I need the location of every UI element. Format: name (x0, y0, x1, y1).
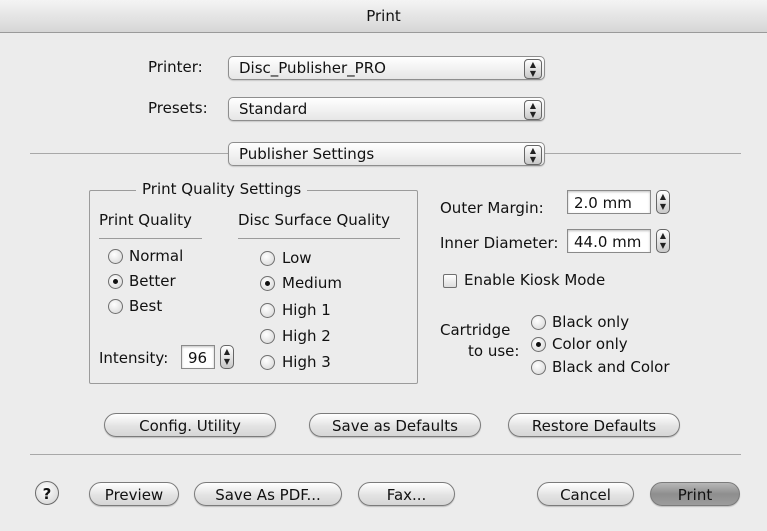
presets-value: Standard (239, 100, 308, 118)
popup-arrows-icon: ▲ ▼ (524, 100, 542, 120)
radio-black-only[interactable] (531, 315, 546, 330)
cancel-button[interactable]: Cancel (537, 482, 634, 506)
cartridge-option-black-and-color[interactable]: Black and Color (552, 358, 670, 376)
presets-select[interactable]: Standard ▲ ▼ (228, 97, 545, 121)
surface-option-low[interactable]: Low (282, 249, 312, 267)
kiosk-mode-checkbox[interactable] (443, 274, 457, 288)
printer-value: Disc_Publisher_PRO (239, 59, 386, 77)
separator-left (30, 153, 228, 154)
outer-margin-field[interactable]: 2.0 mm (567, 190, 651, 214)
radio-low[interactable] (260, 251, 275, 266)
radio-color-only[interactable] (531, 337, 546, 352)
restore-defaults-button[interactable]: Restore Defaults (508, 413, 680, 437)
kiosk-mode-label[interactable]: Enable Kiosk Mode (464, 271, 605, 289)
save-as-pdf-button[interactable]: Save As PDF... (194, 482, 342, 506)
print-quality-option-normal[interactable]: Normal (129, 247, 183, 265)
disc-surface-quality-header: Disc Surface Quality (238, 211, 391, 229)
cartridge-label-line1: Cartridge (440, 321, 511, 339)
cartridge-option-black-only[interactable]: Black only (552, 313, 629, 331)
print-quality-group-title: Print Quality Settings (136, 180, 308, 198)
popup-arrows-icon: ▲ ▼ (524, 59, 542, 79)
config-utility-button[interactable]: Config. Utility (104, 413, 276, 437)
save-as-defaults-button[interactable]: Save as Defaults (309, 413, 481, 437)
inner-diameter-label: Inner Diameter: (440, 234, 559, 252)
bottom-separator (30, 454, 741, 455)
popup-arrows-icon: ▲ ▼ (524, 145, 542, 165)
radio-better[interactable] (108, 274, 123, 289)
radio-best[interactable] (108, 299, 123, 314)
preview-button[interactable]: Preview (89, 482, 179, 506)
surface-option-high-2[interactable]: High 2 (282, 327, 331, 345)
surface-option-high-1[interactable]: High 1 (282, 301, 331, 319)
radio-high-1[interactable] (260, 303, 275, 318)
intensity-label: Intensity: (99, 349, 169, 367)
print-quality-option-better[interactable]: Better (129, 272, 176, 290)
outer-margin-label: Outer Margin: (440, 199, 544, 217)
print-quality-underline (99, 238, 202, 239)
cartridge-label-line2: to use: (468, 342, 520, 360)
radio-medium[interactable] (260, 276, 275, 291)
panel-select[interactable]: Publisher Settings ▲ ▼ (228, 142, 545, 166)
inner-diameter-field[interactable]: 44.0 mm (567, 229, 651, 253)
radio-high-3[interactable] (260, 355, 275, 370)
surface-option-high-3[interactable]: High 3 (282, 353, 331, 371)
printer-label: Printer: (148, 58, 203, 76)
radio-normal[interactable] (108, 249, 123, 264)
disc-surface-underline (238, 238, 400, 239)
fax-button[interactable]: Fax... (358, 482, 455, 506)
intensity-field[interactable]: 96 (181, 345, 215, 369)
panel-value: Publisher Settings (239, 145, 375, 163)
outer-margin-stepper[interactable]: ▲ ▼ (656, 190, 670, 214)
window-title: Print (0, 0, 767, 33)
cartridge-option-color-only[interactable]: Color only (552, 335, 628, 353)
radio-high-2[interactable] (260, 329, 275, 344)
print-quality-option-best[interactable]: Best (129, 297, 162, 315)
print-button[interactable]: Print (650, 482, 740, 506)
printer-select[interactable]: Disc_Publisher_PRO ▲ ▼ (228, 56, 545, 80)
radio-black-and-color[interactable] (531, 360, 546, 375)
help-icon[interactable]: ? (35, 481, 59, 505)
separator-right (545, 153, 741, 154)
inner-diameter-stepper[interactable]: ▲ ▼ (656, 229, 670, 253)
intensity-stepper[interactable]: ▲ ▼ (220, 345, 234, 369)
print-quality-header: Print Quality (99, 211, 192, 229)
surface-option-medium[interactable]: Medium (282, 274, 342, 292)
presets-label: Presets: (148, 99, 208, 117)
